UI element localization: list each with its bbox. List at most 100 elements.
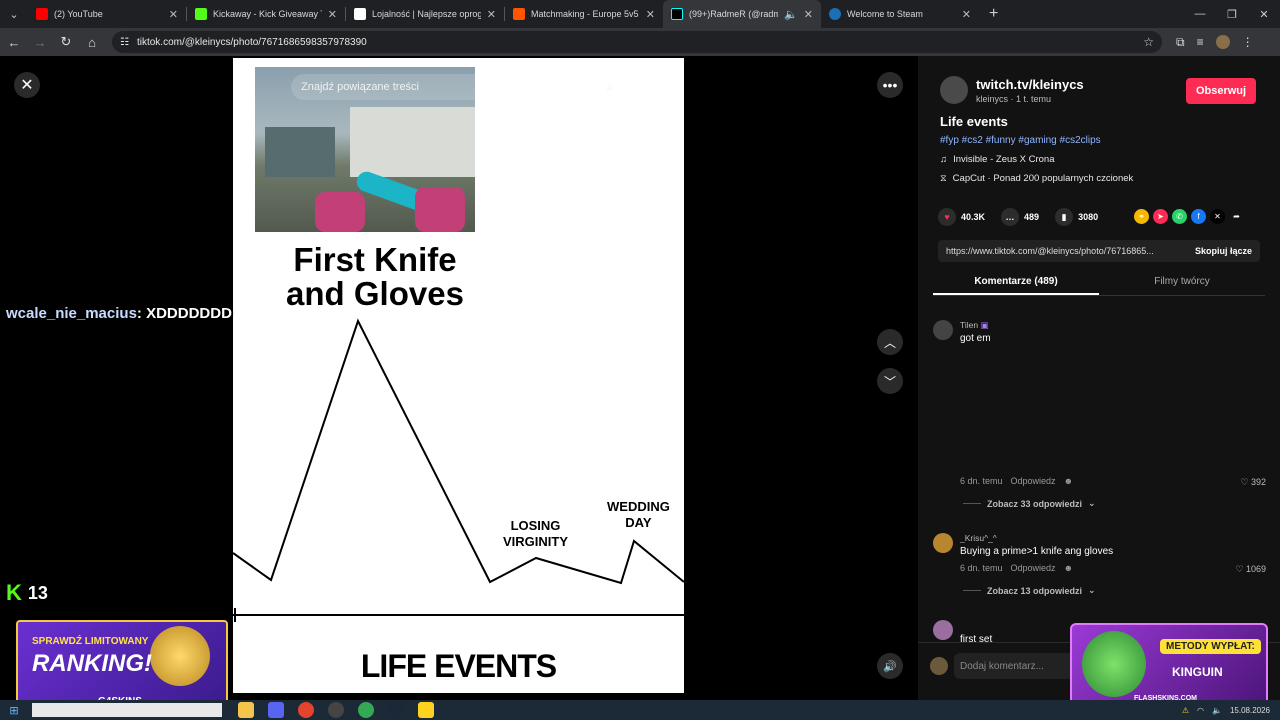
browser-toolbar: ⧉ ≡ ⋮ <box>1176 35 1254 50</box>
view-replies-button[interactable]: Zobacz 13 odpowiedzi ⌄ <box>963 585 1096 596</box>
lojalnosc-icon <box>354 8 366 20</box>
close-tab-icon[interactable]: ✕ <box>804 8 813 21</box>
tab-matchmaking[interactable]: Matchmaking - Europe 5v5 Qu... ✕ <box>505 0 663 28</box>
badge-icon: ▣ <box>980 320 989 330</box>
tab-search-icon[interactable]: ⌄ <box>0 0 28 28</box>
speaker-icon[interactable]: 🔈 <box>784 8 798 21</box>
menu-icon[interactable]: ⋮ <box>1242 35 1254 49</box>
author-name[interactable]: twitch.tv/kleinycs <box>976 77 1084 92</box>
related-search-bar[interactable]: Znajdź powiązane treści ⌕ <box>291 74 623 100</box>
close-tab-icon[interactable]: ✕ <box>646 8 655 21</box>
commenter-avatar[interactable] <box>933 533 953 553</box>
restore-icon[interactable]: ❐ <box>1216 0 1248 28</box>
reload-icon[interactable]: ↻ <box>54 30 78 54</box>
reply-button[interactable]: Odpowiedz <box>1011 476 1056 486</box>
site-info-icon[interactable]: ☷ <box>120 37 129 48</box>
capcut-icon: ⧖ <box>940 173 947 184</box>
author-subline: kleinycs · 1 t. temu <box>976 93 1052 104</box>
tab-steam[interactable]: Welcome to Steam ✕ <box>821 0 979 28</box>
details-panel: twitch.tv/kleinycs kleinycs · 1 t. temu … <box>918 56 1280 700</box>
next-post-button[interactable]: ﹀ <box>877 368 903 394</box>
file-explorer-icon[interactable] <box>238 702 254 718</box>
follow-button[interactable]: Obserwuj <box>1186 78 1256 104</box>
comment-button[interactable]: … 489 <box>1001 208 1039 226</box>
tab-youtube[interactable]: (2) YouTube ✕ <box>28 0 186 28</box>
previous-post-button[interactable]: ︿ <box>877 329 903 355</box>
commenter-avatar[interactable] <box>933 620 953 640</box>
copy-link-button[interactable]: Skopiuj łącze <box>1195 246 1252 256</box>
steam-taskbar-icon[interactable] <box>388 702 404 718</box>
send-icon[interactable]: ➤ <box>1153 209 1168 224</box>
notes-icon[interactable] <box>418 702 434 718</box>
panel-tabs: Komentarze (489) Filmy twórcy <box>933 270 1265 296</box>
creator-like-icon: ☻ <box>1063 476 1074 486</box>
commenter-avatar[interactable] <box>933 320 953 340</box>
media-icon[interactable]: ≡ <box>1197 35 1204 49</box>
reply-button[interactable]: Odpowiedz <box>1011 563 1056 573</box>
author-avatar[interactable] <box>940 76 968 104</box>
warning-icon[interactable]: ⚠ <box>1182 706 1189 715</box>
faceit-icon <box>513 8 525 20</box>
commenter-name[interactable]: Tilen ▣ <box>960 320 989 331</box>
taskbar-search[interactable] <box>32 703 222 717</box>
volume-button[interactable]: 🔊 <box>877 653 903 679</box>
minimize-icon[interactable]: — <box>1184 0 1216 28</box>
close-window-icon[interactable]: ✕ <box>1248 0 1280 28</box>
url-field[interactable]: ☷ tiktok.com/@kleinycs/photo/76716865983… <box>112 31 1162 53</box>
share-link-box: https://www.tiktok.com/@kleinycs/photo/7… <box>938 240 1260 262</box>
view-replies-button[interactable]: Zobacz 33 odpowiedzi ⌄ <box>963 498 1096 509</box>
hashtags[interactable]: #fyp #cs2 #funny #gaming #cs2clips <box>940 135 1101 146</box>
windows-start-icon[interactable]: ⊞ <box>0 700 28 720</box>
search-icon[interactable]: ⌕ <box>606 80 613 95</box>
music-link[interactable]: ♫ Invisible - Zeus X Crona <box>940 154 1055 165</box>
headline-line-2: and Gloves <box>286 275 464 312</box>
whatsapp-icon[interactable]: ✆ <box>1172 209 1187 224</box>
profile-avatar[interactable] <box>1215 35 1230 49</box>
new-tab-button[interactable]: + <box>979 5 1008 23</box>
tab-tiktok[interactable]: (99+)RadmeR (@radmer77) 🔈 ✕ <box>663 0 821 28</box>
extensions-icon[interactable]: ⧉ <box>1176 35 1185 50</box>
bookmark-star-icon[interactable]: ☆ <box>1143 35 1154 49</box>
close-viewer-button[interactable]: ✕ <box>14 72 40 98</box>
comment-icon: … <box>1001 208 1020 226</box>
more-options-button[interactable]: ••• <box>877 72 903 98</box>
capcut-link[interactable]: ⧖ CapCut · Ponad 200 popularnych czcione… <box>940 173 1133 184</box>
tab-lojalnosc[interactable]: Lojalność | Najlepsze oprogram... ✕ <box>346 0 504 28</box>
chrome-icon[interactable] <box>298 702 314 718</box>
discord-icon[interactable] <box>268 702 284 718</box>
home-icon[interactable]: ⌂ <box>80 30 104 54</box>
save-button[interactable]: ▮ 3080 <box>1055 208 1098 226</box>
chevron-down-icon: ⌄ <box>1088 498 1096 508</box>
replies-line <box>963 590 981 591</box>
close-tab-icon[interactable]: ✕ <box>328 8 337 21</box>
volume-tray-icon[interactable]: 🔈 <box>1212 706 1222 715</box>
windows-taskbar: ⊞ ⚠ ◠ 🔈 15.08.2026 <box>0 700 1280 720</box>
steam-icon <box>829 8 841 20</box>
x-icon[interactable]: ✕ <box>1210 209 1225 224</box>
heart-icon: ♥ <box>938 208 956 226</box>
facebook-icon[interactable]: f <box>1191 209 1206 224</box>
comment-like-button[interactable]: ♡ 392 <box>1240 477 1266 488</box>
taskbar-date[interactable]: 15.08.2026 <box>1230 706 1270 715</box>
tab-kickaway[interactable]: Kickaway - Kick Giveaway Tool ✕ <box>187 0 345 28</box>
author-header[interactable]: twitch.tv/kleinycs kleinycs · 1 t. temu <box>940 76 1084 104</box>
commenter-name[interactable]: _Krisu^_^ <box>960 533 997 543</box>
youtube-icon <box>36 8 48 20</box>
cs2-icon[interactable] <box>328 702 344 718</box>
share-arrow-icon[interactable]: ➦ <box>1229 209 1244 224</box>
chrome-active-icon[interactable] <box>358 702 374 718</box>
comment-like-button[interactable]: ♡ 1069 <box>1235 564 1266 575</box>
close-tab-icon[interactable]: ✕ <box>962 8 971 21</box>
comment-meta: 6 dn. temu Odpowiedz ☻ <box>960 563 1074 573</box>
tab-creator-videos[interactable]: Filmy twórcy <box>1099 270 1265 295</box>
tab-comments[interactable]: Komentarze (489) <box>933 270 1099 295</box>
mascot-icon <box>1082 631 1146 697</box>
close-tab-icon[interactable]: ✕ <box>487 8 496 21</box>
close-tab-icon[interactable]: ✕ <box>169 8 178 21</box>
network-icon[interactable]: ◠ <box>1197 706 1204 715</box>
back-icon[interactable]: ← <box>2 30 26 54</box>
forward-icon[interactable]: → <box>28 30 52 54</box>
embed-icon[interactable]: ⚭ <box>1134 209 1149 224</box>
share-link[interactable]: https://www.tiktok.com/@kleinycs/photo/7… <box>946 246 1154 256</box>
like-button[interactable]: ♥ 40.3K <box>938 208 985 226</box>
